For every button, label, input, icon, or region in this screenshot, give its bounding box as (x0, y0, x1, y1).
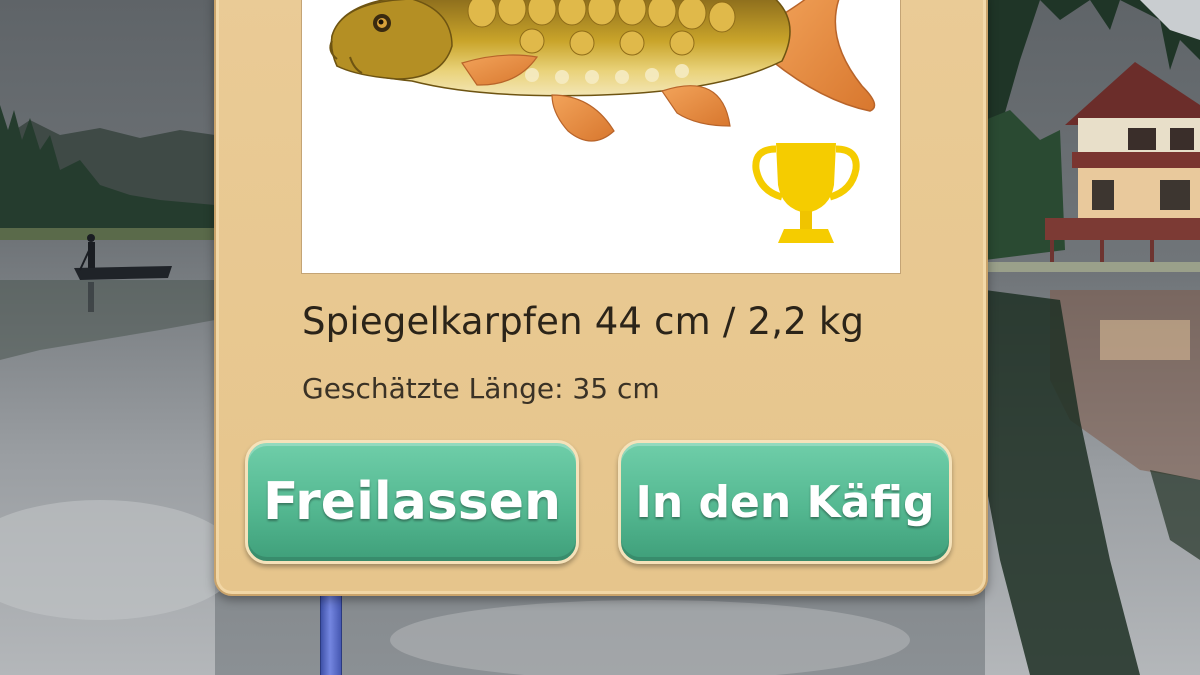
release-button[interactable]: Freilassen (245, 440, 579, 564)
keep-in-net-button[interactable]: In den Käfig (618, 440, 952, 564)
catch-title: Spiegelkarpfen 44 cm / 2,2 kg (302, 300, 865, 343)
fishing-rod (320, 592, 342, 675)
trophy-icon (752, 143, 860, 243)
fish-image-frame (301, 0, 901, 274)
estimated-length: Geschätzte Länge: 35 cm (302, 372, 660, 405)
